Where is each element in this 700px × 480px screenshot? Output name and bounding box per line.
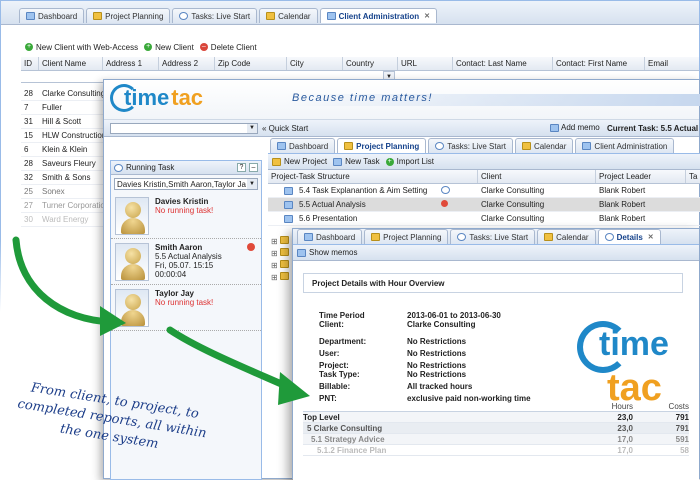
arrow-to-running-task bbox=[12, 236, 116, 326]
arrow-to-report bbox=[166, 326, 299, 394]
arrow-head-icon bbox=[100, 306, 126, 336]
arrow-head-icon bbox=[278, 372, 310, 405]
